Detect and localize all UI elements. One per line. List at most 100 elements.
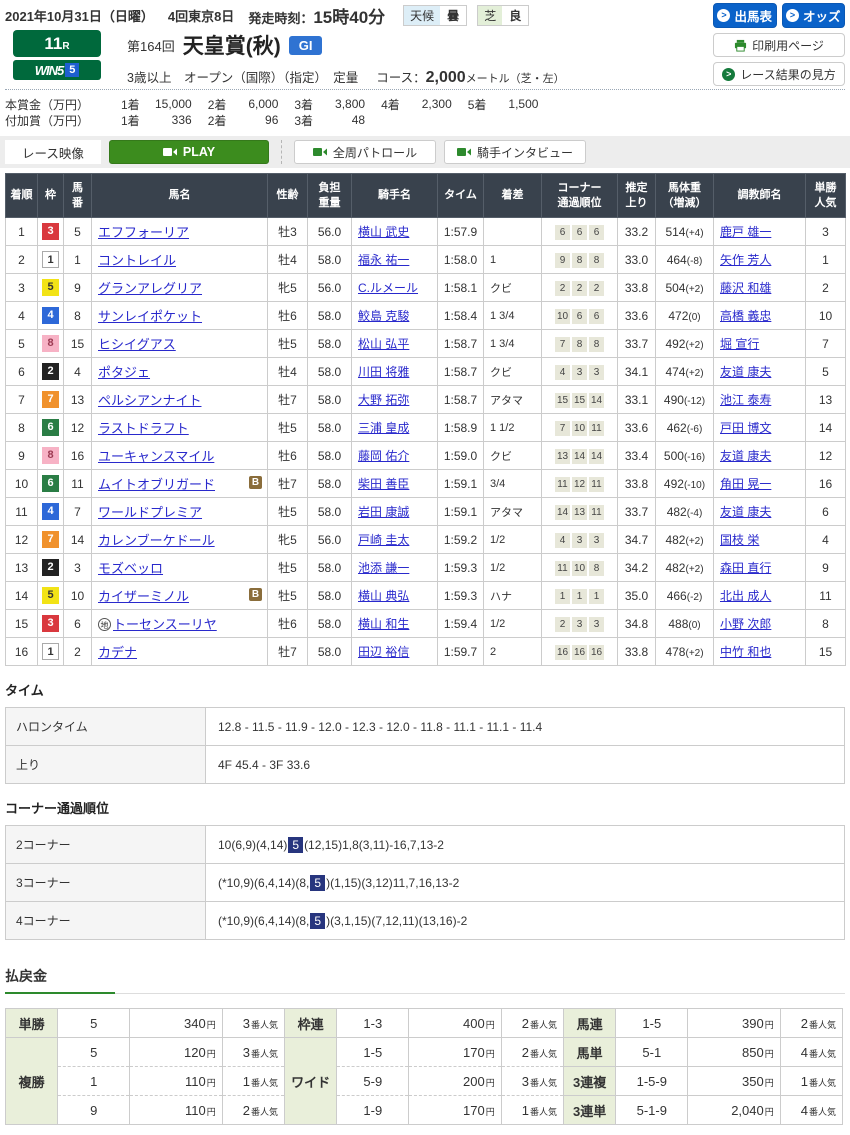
yen-suffix: 円 xyxy=(486,1020,495,1030)
cell-trainer: 友道 康夫 xyxy=(714,442,806,470)
horse-name-link[interactable]: カレンブーケドール xyxy=(98,533,215,548)
trainer-link[interactable]: 北出 成人 xyxy=(720,589,771,603)
horse-name-link[interactable]: ヒシイグアス xyxy=(98,337,176,352)
horse-name-link[interactable]: モズベッロ xyxy=(98,561,163,576)
frame-badge: 2 xyxy=(42,363,59,380)
race-title-column: 第164回 天皇賞(秋) GI 3歳以上 オープン（国際）（指定） 定量 コース… xyxy=(109,30,565,87)
trainer-link[interactable]: 堀 宣行 xyxy=(720,337,759,351)
jockey-link[interactable]: 川田 将雅 xyxy=(358,365,409,379)
cell-popularity: 15 xyxy=(806,638,846,666)
jockey-interview-button[interactable]: 騎手インタビュー xyxy=(444,140,586,164)
trainer-link[interactable]: 戸田 博文 xyxy=(720,421,771,435)
patrol-video-button[interactable]: 全周パトロール xyxy=(294,140,436,164)
horse-name-link[interactable]: ユーキャンスマイル xyxy=(98,449,214,464)
trainer-link[interactable]: 中竹 和也 xyxy=(720,645,771,659)
cell-last3f: 33.8 xyxy=(618,470,656,498)
body-weight-diff: (+2) xyxy=(685,564,703,575)
corner-pos: 14 xyxy=(572,449,587,464)
shutsuba-button[interactable]: > 出馬表 xyxy=(713,3,777,28)
jockey-link[interactable]: C.ルメール xyxy=(358,281,418,295)
payout-amount-value: 850 xyxy=(742,1045,764,1060)
cell-trainer: 池江 泰寿 xyxy=(714,386,806,414)
result-row: 448サンレイポケット牡658.0鮫島 克駿1:58.41 3/4106633.… xyxy=(6,302,846,330)
weather-chip: 天候 曇 xyxy=(403,5,467,26)
jockey-link[interactable]: 三浦 皇成 xyxy=(358,421,409,435)
trainer-link[interactable]: 友道 康夫 xyxy=(720,505,771,519)
payout-type-label: 馬単 xyxy=(564,1038,616,1067)
horse-name-link[interactable]: トーセンスーリヤ xyxy=(113,617,217,632)
payout-combination: 5-9 xyxy=(337,1067,409,1096)
trainer-link[interactable]: 友道 康夫 xyxy=(720,365,771,379)
cell-last3f: 34.2 xyxy=(618,554,656,582)
trainer-link[interactable]: 小野 次郎 xyxy=(720,617,771,631)
cell-horse-name: 地トーセンスーリヤ xyxy=(92,610,268,638)
horse-name-link[interactable]: コントレイル xyxy=(98,253,176,268)
cell-last3f: 34.1 xyxy=(618,358,656,386)
jockey-link[interactable]: 池添 謙一 xyxy=(358,561,409,575)
payout-amount-value: 390 xyxy=(742,1016,764,1031)
odds-button[interactable]: > オッズ xyxy=(782,3,846,28)
horse-name-link[interactable]: ラストドラフト xyxy=(98,421,189,436)
jockey-link[interactable]: 大野 拓弥 xyxy=(358,393,409,407)
cell-jockey: 横山 和生 xyxy=(352,610,438,638)
trainer-link[interactable]: 矢作 芳人 xyxy=(720,253,771,267)
jockey-link[interactable]: 田辺 裕信 xyxy=(358,645,409,659)
cell-jockey: 戸崎 圭太 xyxy=(352,526,438,554)
jockey-link[interactable]: 横山 典弘 xyxy=(358,589,409,603)
corner-position-boxes: 988 xyxy=(555,253,604,268)
horse-name-link[interactable]: グランアレグリア xyxy=(98,281,202,296)
cell-sex-age: 牡5 xyxy=(268,554,308,582)
video-divider xyxy=(281,140,282,164)
jockey-link[interactable]: 松山 弘平 xyxy=(358,337,409,351)
jockey-link[interactable]: 戸崎 圭太 xyxy=(358,533,409,547)
trainer-link[interactable]: 鹿戸 雄一 xyxy=(720,225,771,239)
corner-pos: 11 xyxy=(555,561,570,576)
trainer-link[interactable]: 友道 康夫 xyxy=(720,449,771,463)
result-guide-button[interactable]: > レース結果の見方 xyxy=(713,62,845,86)
corner-position-boxes: 11108 xyxy=(555,561,604,576)
jockey-link[interactable]: 柴田 善臣 xyxy=(358,477,409,491)
jockey-link[interactable]: 鮫島 克駿 xyxy=(358,309,409,323)
trainer-link[interactable]: 高橋 義忠 xyxy=(720,309,771,323)
prize-place-label: 3着 xyxy=(294,112,313,129)
payout-popularity-value: 1 xyxy=(243,1074,250,1089)
corner-order-text: 10(6,9)(4,14) xyxy=(218,838,287,852)
jockey-link[interactable]: 岩田 康誠 xyxy=(358,505,409,519)
jockey-link[interactable]: 藤岡 佑介 xyxy=(358,449,409,463)
corner-position-boxes: 433 xyxy=(555,533,604,548)
course-label: コース： xyxy=(376,71,425,85)
horse-name-link[interactable]: エフフォーリア xyxy=(98,225,189,240)
cell-popularity: 7 xyxy=(806,330,846,358)
prize-line: 付加賞（万円）1着3362着963着48 xyxy=(5,112,845,128)
horse-name-link[interactable]: ムイトオブリガード xyxy=(98,477,215,492)
payout-combination: 9 xyxy=(58,1096,130,1125)
play-button[interactable]: PLAY xyxy=(109,140,269,164)
trainer-link[interactable]: 藤沢 和雄 xyxy=(720,281,771,295)
print-page-button[interactable]: 印刷用ページ xyxy=(713,33,845,57)
trainer-link[interactable]: 森田 直行 xyxy=(720,561,771,575)
trainer-link[interactable]: 角田 晃一 xyxy=(720,477,771,491)
cell-frame: 1 xyxy=(38,638,64,666)
course-detail: メートル（芝・左） xyxy=(466,73,565,85)
cell-body-weight: 504(+2) xyxy=(656,274,714,302)
horse-name-link[interactable]: ペルシアンナイト xyxy=(98,393,201,408)
header-area: 2021年10月31日（日曜） 4回東京8日 発走時刻：15時40分 天候 曇 … xyxy=(0,0,850,87)
jockey-link[interactable]: 横山 和生 xyxy=(358,617,409,631)
cell-horse-number: 7 xyxy=(64,498,92,526)
horse-name-link[interactable]: ワールドプレミア xyxy=(98,505,202,520)
cell-last3f: 35.0 xyxy=(618,582,656,610)
frame-badge: 1 xyxy=(42,643,59,660)
horse-name-link[interactable]: サンレイポケット xyxy=(98,309,202,324)
horse-name-link[interactable]: カデナ xyxy=(98,645,137,660)
jockey-link[interactable]: 福永 祐一 xyxy=(358,253,409,267)
cell-carried-weight: 58.0 xyxy=(308,358,352,386)
horse-name-link[interactable]: カイザーミノル xyxy=(98,589,189,604)
prize-value: 6,000 xyxy=(226,97,278,111)
horse-name-link[interactable]: ポタジェ xyxy=(98,365,150,380)
trainer-link[interactable]: 国枝 栄 xyxy=(720,533,759,547)
cell-trainer: 高橋 義忠 xyxy=(714,302,806,330)
jockey-link[interactable]: 横山 武史 xyxy=(358,225,409,239)
payout-type-label: ワイド xyxy=(285,1038,337,1125)
trainer-link[interactable]: 池江 泰寿 xyxy=(720,393,771,407)
cell-corner-positions: 111 xyxy=(542,582,618,610)
